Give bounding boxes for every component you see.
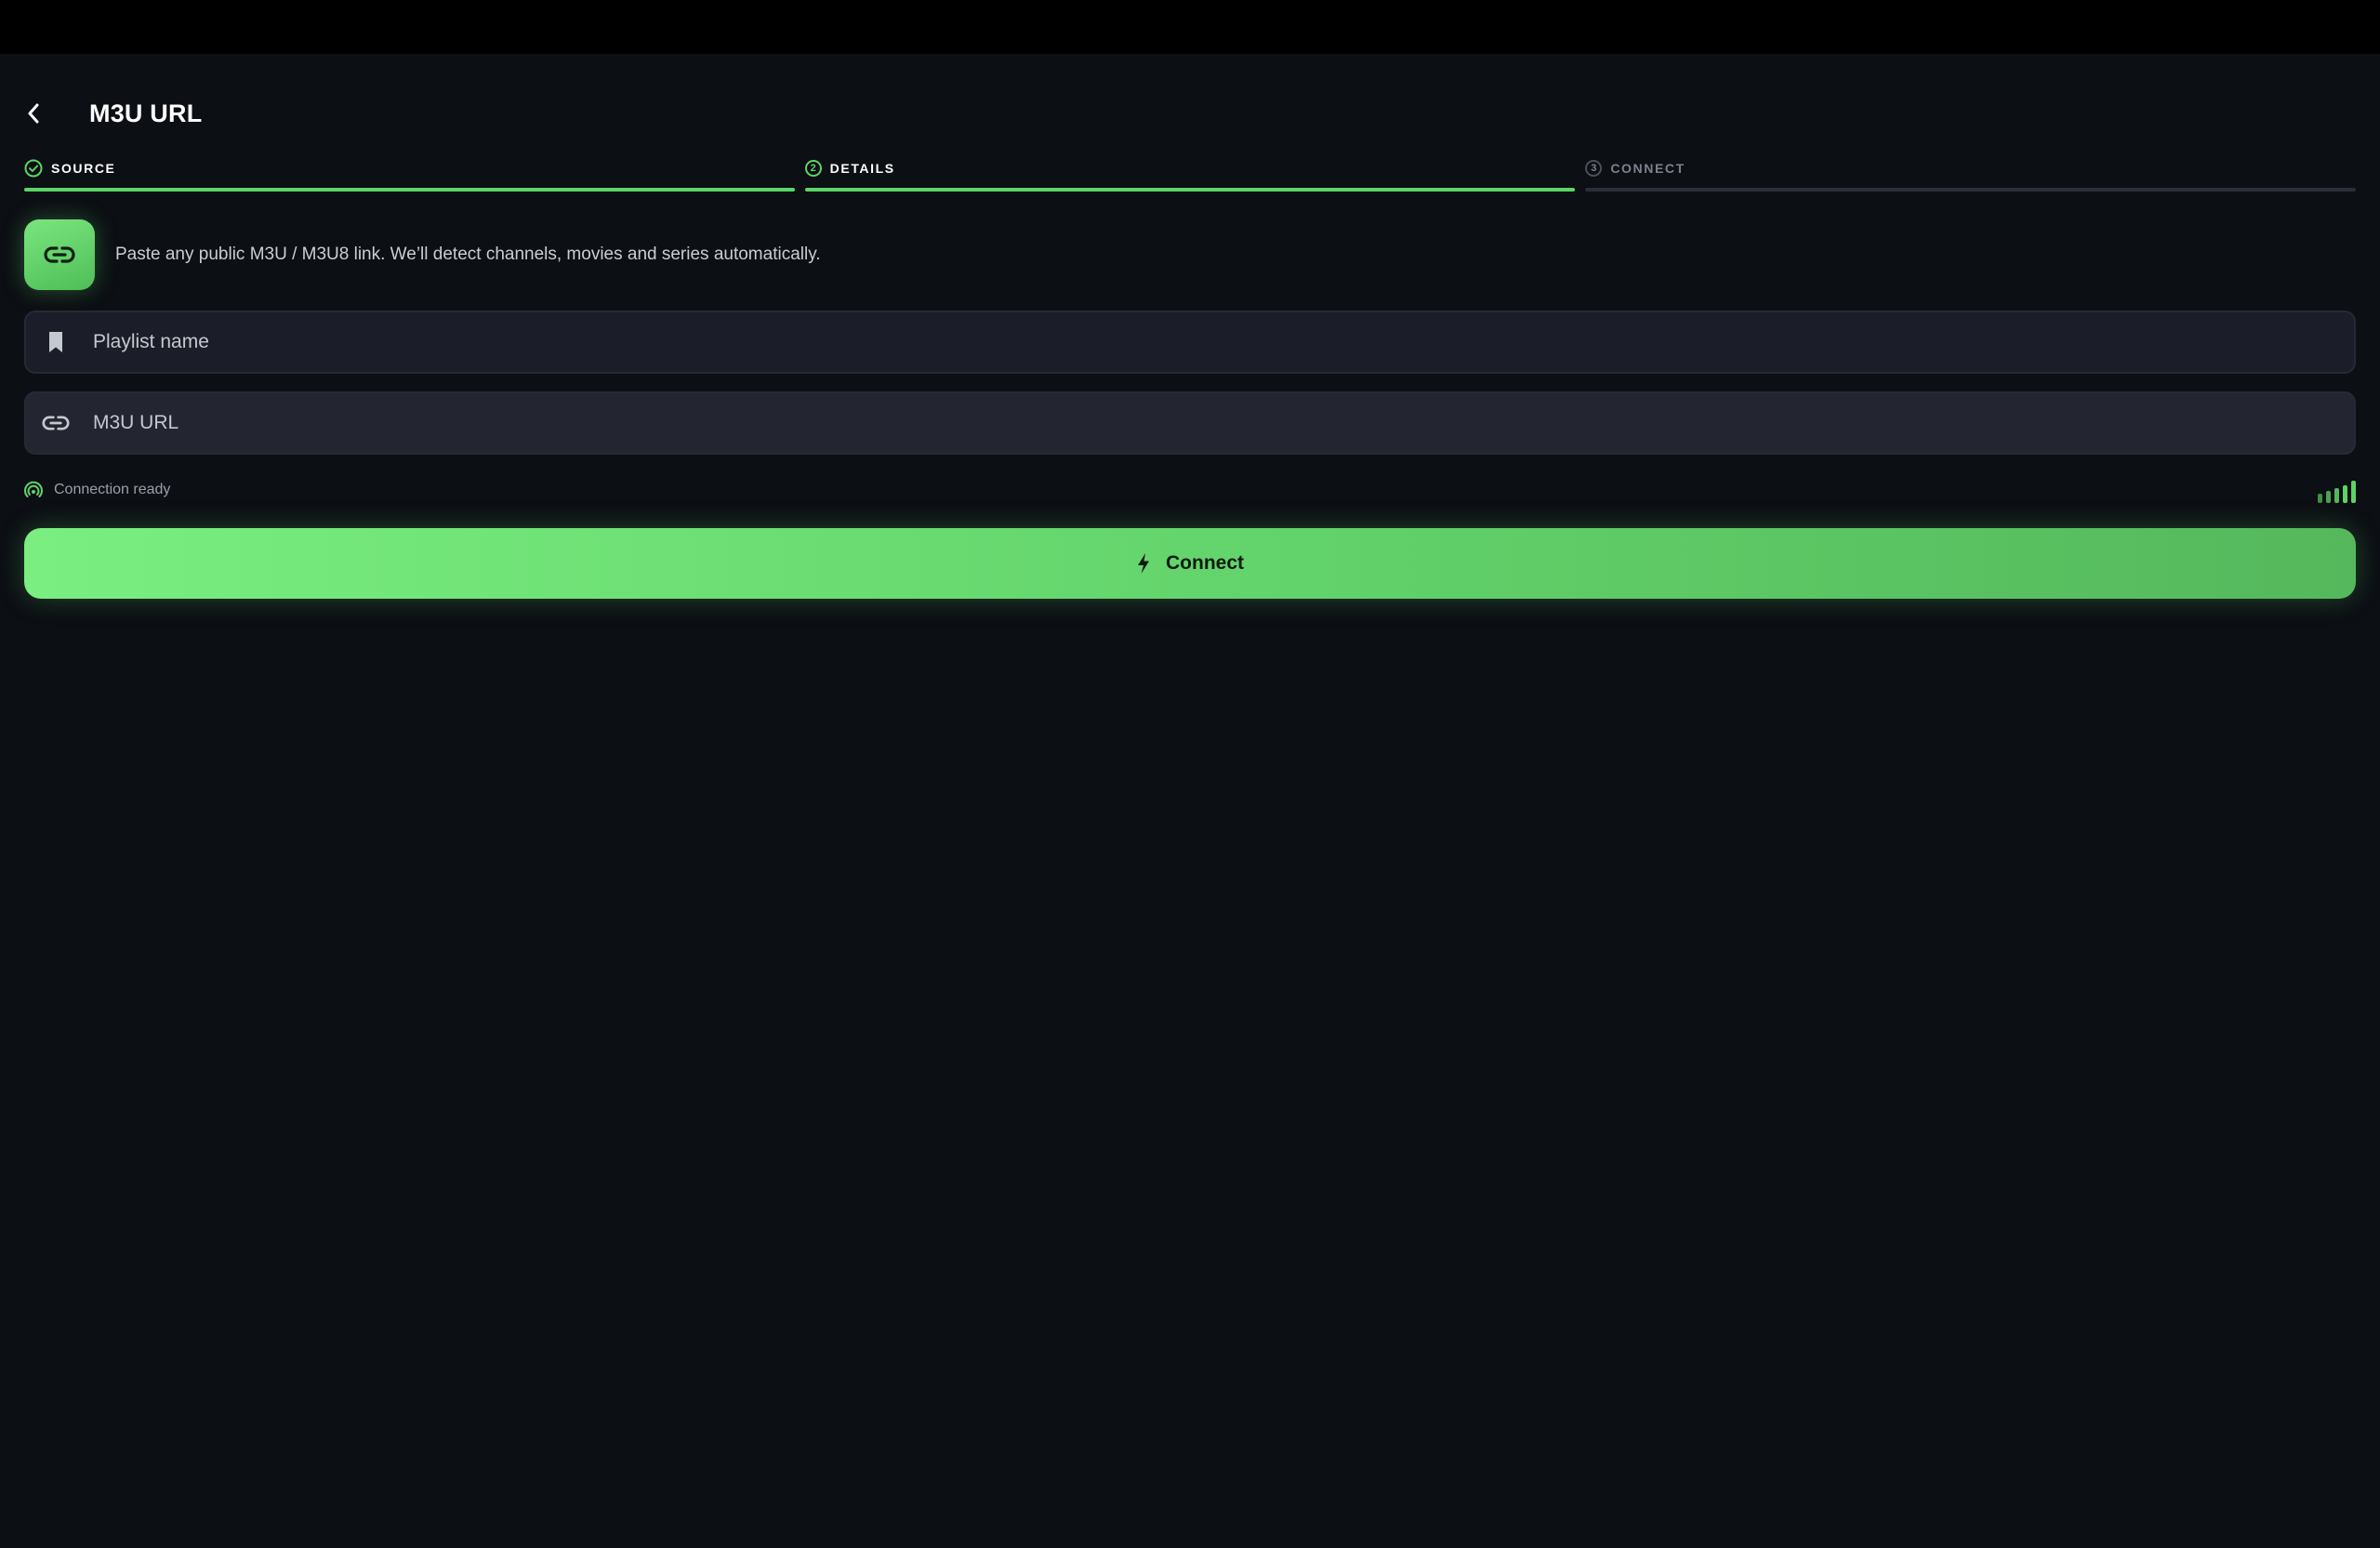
step-connect: 3 CONNECT [1585,156,2357,193]
m3u-url-field[interactable] [24,391,2356,455]
bolt-icon [1138,553,1149,574]
step-progress-bar [24,188,795,192]
connect-button[interactable]: Connect [24,528,2356,599]
info-text: Paste any public M3U / M3U8 link. We’ll … [115,245,821,264]
back-arrow-icon [28,103,39,124]
connection-status: Connection ready [24,479,2356,503]
top-status-bar [0,0,2380,54]
connect-label: Connect [1166,552,1244,574]
info-banner: Paste any public M3U / M3U8 link. We’ll … [24,219,821,290]
link-icon [42,416,70,430]
step-label: DETAILS [829,161,895,176]
back-button[interactable] [24,93,61,134]
playlist-name-field[interactable] [24,311,2356,374]
step-number: 2 [804,160,822,177]
signal-strength-icon [2318,479,2356,503]
step-number: 3 [1585,160,1603,177]
signal-icon [24,481,43,497]
step-details: 2 DETAILS [804,156,1576,193]
header: M3U URL [24,93,202,134]
step-label: CONNECT [1610,161,1686,176]
step-source: SOURCE [24,156,795,193]
check-circle-icon [24,159,43,178]
page-title: M3U URL [89,99,203,127]
signal-bar [2318,494,2322,503]
signal-bar [2351,481,2356,503]
signal-bar [2343,485,2347,503]
signal-bar [2334,488,2339,503]
link-badge [24,219,95,290]
link-icon [44,246,75,263]
status-text: Connection ready [54,482,171,497]
playlist-name-input[interactable] [91,330,2354,354]
m3u-url-input[interactable] [91,411,2354,435]
bookmark-icon [49,332,62,352]
step-progress-bar [1585,188,2357,192]
step-progress-bar [804,188,1576,192]
stepper: SOURCE 2 DETAILS 3 CONNECT [24,156,2357,193]
signal-bar [2326,491,2331,503]
step-label: SOURCE [51,161,116,176]
